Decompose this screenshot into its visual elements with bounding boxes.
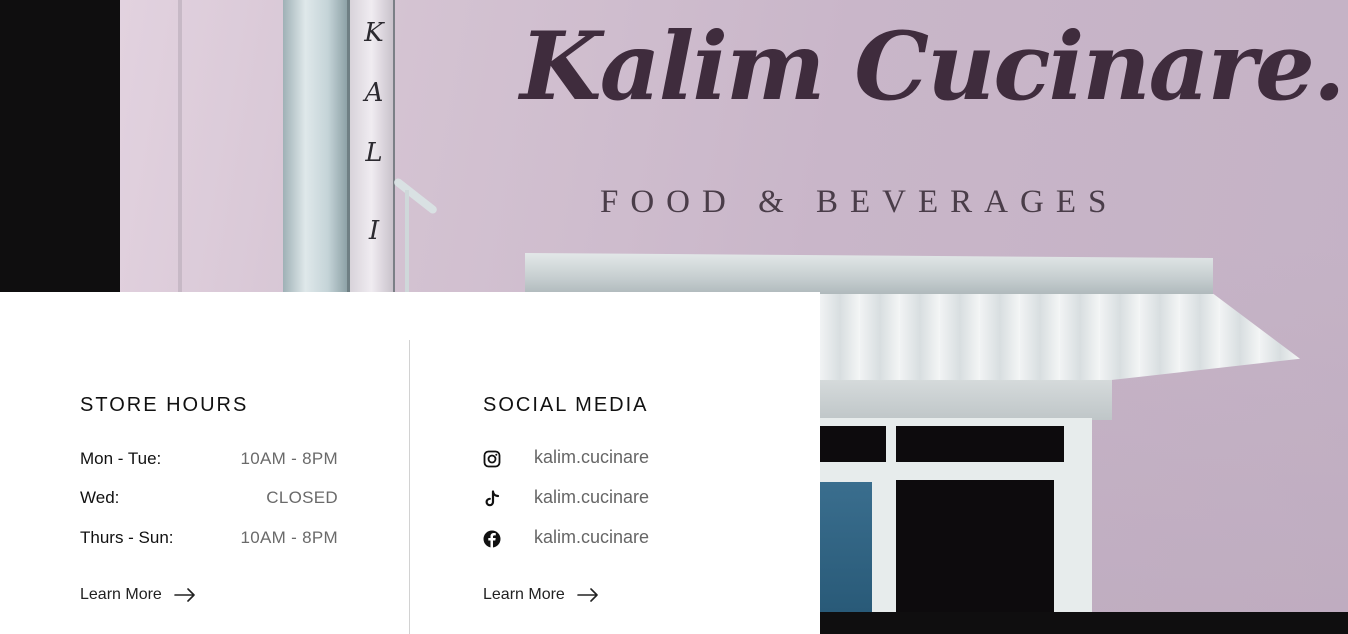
sign-pole: [283, 0, 347, 292]
wall-seam: [178, 0, 182, 292]
awning-underside: [820, 380, 1112, 420]
window-pane: [896, 426, 1064, 462]
hours-time: 10AM - 8PM: [240, 449, 338, 468]
brand-tagline: FOOD & BEVERAGES: [600, 184, 1119, 220]
social-link-facebook[interactable]: kalim.cucinare: [483, 527, 743, 553]
vertical-sign: K A L I: [347, 0, 395, 292]
hero-bottom-edge: [820, 612, 1348, 634]
hours-time: CLOSED: [266, 488, 338, 507]
hours-day: Wed:: [80, 488, 120, 507]
social-handle: kalim.cucinare: [534, 487, 650, 507]
hours-row: Wed: CLOSED: [80, 488, 338, 512]
social-handle: kalim.cucinare: [534, 447, 650, 467]
window-pane: [896, 480, 1054, 612]
arrow-right-icon: [577, 588, 598, 602]
social-handle: kalim.cucinare: [534, 527, 650, 547]
arrow-right-icon: [174, 588, 195, 602]
learn-more-label: Learn More: [483, 586, 565, 603]
window-pane: [820, 426, 886, 462]
instagram-icon: [483, 450, 501, 468]
social-link-instagram[interactable]: kalim.cucinare: [483, 447, 743, 473]
brand-logo-text: Kalim Cucinare.: [520, 12, 1346, 122]
store-hours-title: STORE HOURS: [80, 394, 249, 416]
sign-letter: A: [364, 78, 384, 108]
social-media-title: SOCIAL MEDIA: [483, 394, 649, 416]
hours-day: Thurs - Sun:: [80, 528, 174, 547]
store-hours-learn-more-link[interactable]: Learn More: [80, 586, 196, 604]
sign-letter: K: [364, 18, 384, 48]
tiktok-icon: [485, 490, 500, 507]
panel-divider: [409, 340, 410, 634]
storefront-window: [820, 418, 1092, 612]
sign-letter: L: [365, 138, 383, 168]
hours-row: Mon - Tue: 10AM - 8PM: [80, 449, 338, 473]
facebook-icon: [483, 530, 501, 548]
window-pane-reflection: [820, 482, 872, 612]
hours-time: 10AM - 8PM: [240, 528, 338, 547]
hero-dark-edge: [0, 0, 120, 292]
hours-row: Thurs - Sun: 10AM - 8PM: [80, 528, 338, 552]
sign-bracket-rod: [405, 190, 409, 292]
social-link-tiktok[interactable]: kalim.cucinare: [483, 487, 743, 513]
hours-day: Mon - Tue:: [80, 449, 162, 468]
sign-letter: I: [368, 216, 380, 246]
learn-more-label: Learn More: [80, 586, 162, 603]
social-media-learn-more-link[interactable]: Learn More: [483, 586, 599, 604]
